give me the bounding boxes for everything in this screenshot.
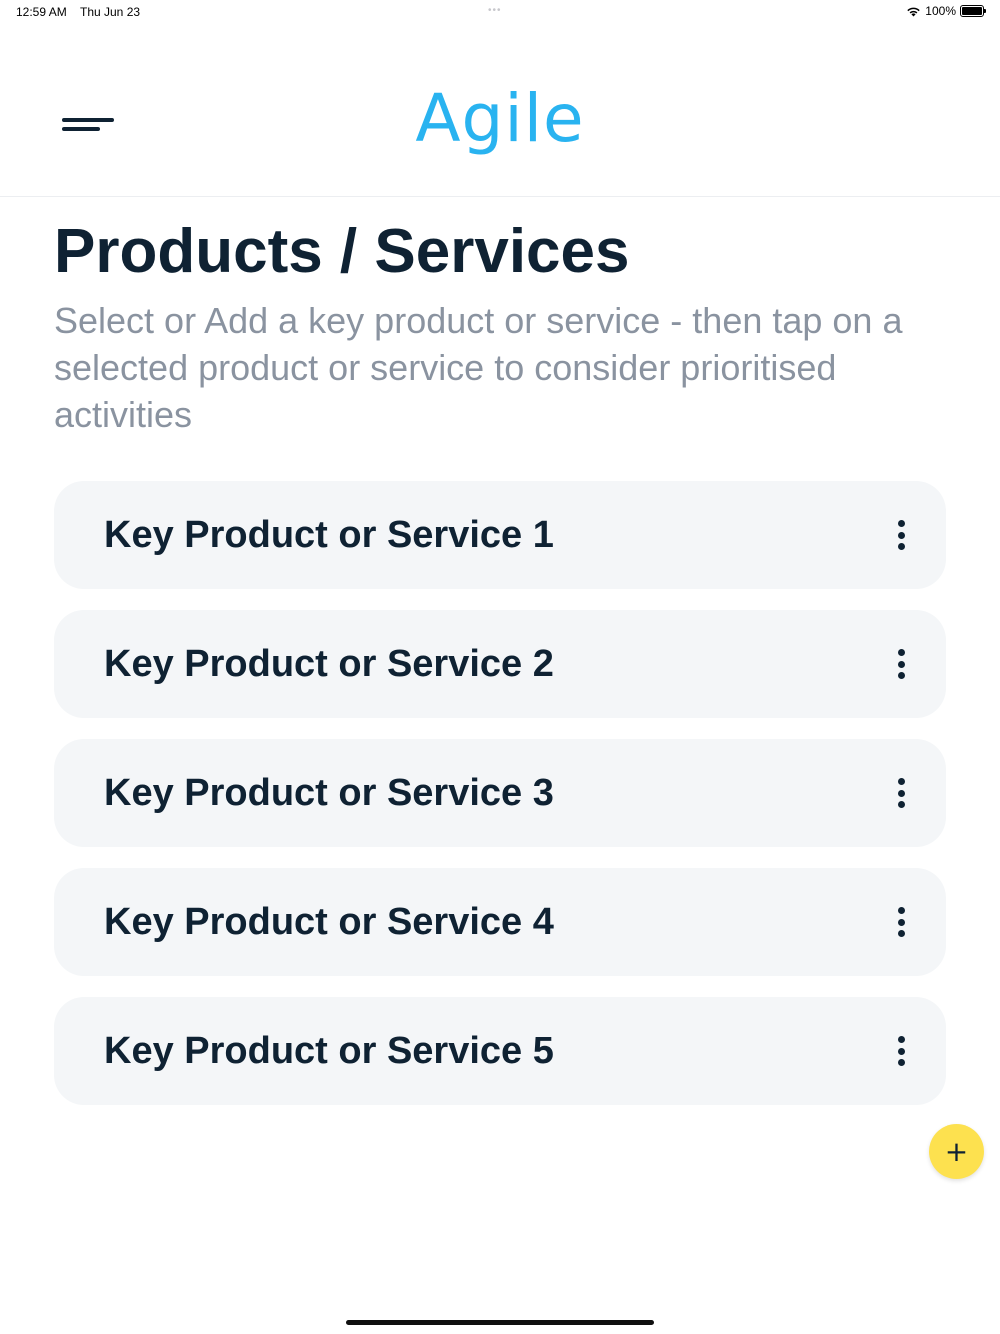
more-options-icon[interactable] bbox=[886, 1031, 916, 1071]
list-item[interactable]: Key Product or Service 3 bbox=[54, 739, 946, 847]
add-item-button[interactable]: + bbox=[929, 1124, 984, 1179]
list-item[interactable]: Key Product or Service 5 bbox=[54, 997, 946, 1105]
status-time: 12:59 AM bbox=[16, 5, 67, 19]
product-service-list: Key Product or Service 1 Key Product or … bbox=[54, 481, 946, 1126]
battery-icon bbox=[960, 5, 986, 17]
more-options-icon[interactable] bbox=[886, 773, 916, 813]
list-item[interactable]: Key Product or Service 1 bbox=[54, 481, 946, 589]
list-item[interactable]: Key Product or Service 4 bbox=[54, 868, 946, 976]
list-item-label: Key Product or Service 2 bbox=[104, 643, 554, 685]
status-date: Thu Jun 23 bbox=[80, 5, 141, 19]
more-options-icon[interactable] bbox=[886, 902, 916, 942]
list-item[interactable]: Key Product or Service 2 bbox=[54, 610, 946, 718]
list-item-label: Key Product or Service 4 bbox=[104, 901, 554, 943]
more-options-icon[interactable] bbox=[886, 515, 916, 555]
list-item-label: Key Product or Service 1 bbox=[104, 514, 554, 556]
home-indicator[interactable] bbox=[346, 1320, 654, 1325]
app-header: Agile bbox=[0, 24, 1000, 197]
list-item-label: Key Product or Service 3 bbox=[104, 772, 554, 814]
wifi-icon bbox=[906, 6, 921, 17]
app-logo: Agile bbox=[415, 80, 585, 157]
status-bar: 12:59 AM Thu Jun 23 ••• 100% bbox=[0, 0, 1000, 24]
plus-icon: + bbox=[944, 1134, 969, 1168]
battery-percent: 100% bbox=[925, 4, 956, 18]
multitasking-dots[interactable]: ••• bbox=[488, 5, 502, 16]
more-options-icon[interactable] bbox=[886, 644, 916, 684]
screen: 12:59 AM Thu Jun 23 ••• 100% Agile Produ… bbox=[0, 0, 1000, 1334]
page-subtitle: Select or Add a key product or service -… bbox=[54, 300, 903, 435]
status-indicators: 100% bbox=[906, 4, 986, 18]
page-title: Products / Services bbox=[54, 217, 630, 286]
list-item-label: Key Product or Service 5 bbox=[104, 1030, 554, 1072]
